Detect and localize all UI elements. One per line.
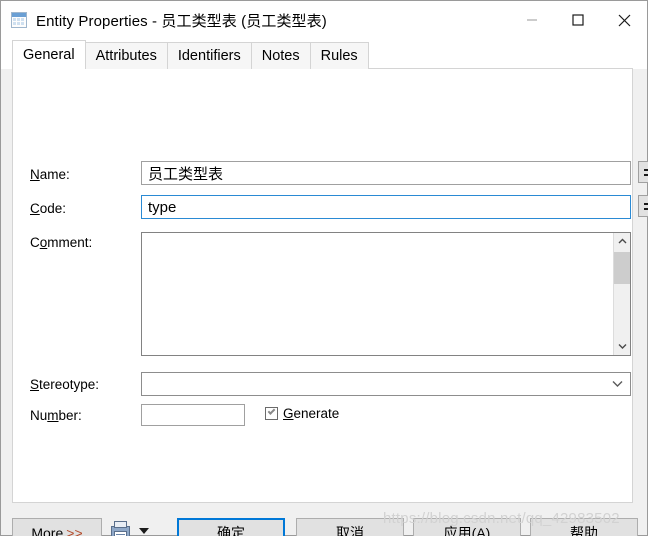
stereotype-select[interactable]	[141, 372, 631, 396]
minimize-button[interactable]	[509, 1, 555, 39]
tab-strip: General Attributes Identifiers Notes Rul…	[1, 39, 647, 69]
code-input[interactable]: type	[141, 195, 631, 219]
tab-general[interactable]: General	[12, 40, 86, 69]
scroll-up-icon[interactable]	[614, 233, 630, 250]
scrollbar-thumb[interactable]	[614, 252, 630, 284]
generate-checkbox[interactable]: Generate	[265, 406, 339, 421]
apply-button-label: 应用(A)	[443, 525, 491, 536]
help-button-label: 帮助	[570, 525, 598, 536]
more-button-label: More	[31, 525, 64, 536]
dialog-button-bar: More >> 确定 取消 应用(A) 帮助	[1, 503, 647, 536]
stereotype-label: Stereotype:	[30, 377, 100, 392]
tab-notes[interactable]: Notes	[250, 42, 311, 69]
ok-button-label: 确定	[217, 525, 245, 536]
help-button[interactable]: 帮助	[530, 518, 638, 536]
more-button-chevron: >>	[66, 525, 83, 536]
print-tool-group[interactable]	[111, 521, 149, 536]
comment-input[interactable]	[142, 233, 613, 355]
number-input[interactable]	[141, 404, 245, 426]
window-controls	[509, 1, 647, 39]
ok-button[interactable]: 确定	[177, 518, 285, 536]
code-label: Code:	[30, 201, 67, 216]
equals-icon	[643, 202, 648, 210]
more-button[interactable]: More >>	[12, 518, 102, 536]
code-equals-button[interactable]	[638, 195, 648, 217]
name-label: Name:	[30, 167, 70, 182]
name-equals-button[interactable]	[638, 161, 648, 183]
general-tab-panel: Name: 员工类型表 Code: type Comment: Stereoty…	[12, 69, 648, 503]
scroll-down-icon[interactable]	[614, 338, 630, 355]
apply-button[interactable]: 应用(A)	[413, 518, 521, 536]
chevron-down-icon[interactable]	[139, 528, 149, 534]
chevron-down-icon	[604, 380, 630, 388]
window-title: Entity Properties - 员工类型表 (员工类型表)	[36, 12, 327, 30]
tab-label: Attributes	[95, 48, 157, 64]
table-icon	[11, 12, 27, 28]
comment-label: Comment:	[30, 235, 93, 250]
generate-label: Generate	[283, 406, 340, 421]
entity-properties-dialog: Entity Properties - 员工类型表 (员工类型表) Genera…	[0, 0, 648, 536]
number-label: Number:	[30, 408, 82, 423]
close-button[interactable]	[601, 1, 647, 39]
tab-attributes[interactable]: Attributes	[84, 42, 168, 69]
cancel-button[interactable]: 取消	[296, 518, 404, 536]
tab-label: Notes	[261, 48, 300, 64]
tab-label: Rules	[320, 48, 358, 64]
check-icon	[267, 407, 276, 415]
print-icon[interactable]	[111, 521, 130, 536]
comment-scrollbar[interactable]	[613, 233, 630, 355]
cancel-button-label: 取消	[336, 525, 364, 536]
title-bar: Entity Properties - 员工类型表 (员工类型表)	[1, 1, 647, 39]
tab-label: Identifiers	[177, 48, 241, 64]
checkbox-box[interactable]	[265, 407, 278, 420]
maximize-button[interactable]	[555, 1, 601, 39]
tab-rules[interactable]: Rules	[309, 42, 369, 69]
tab-identifiers[interactable]: Identifiers	[166, 42, 252, 69]
tab-label: General	[23, 47, 75, 63]
comment-textarea-wrapper	[141, 232, 631, 356]
equals-icon	[643, 168, 648, 176]
name-input[interactable]: 员工类型表	[141, 161, 631, 185]
